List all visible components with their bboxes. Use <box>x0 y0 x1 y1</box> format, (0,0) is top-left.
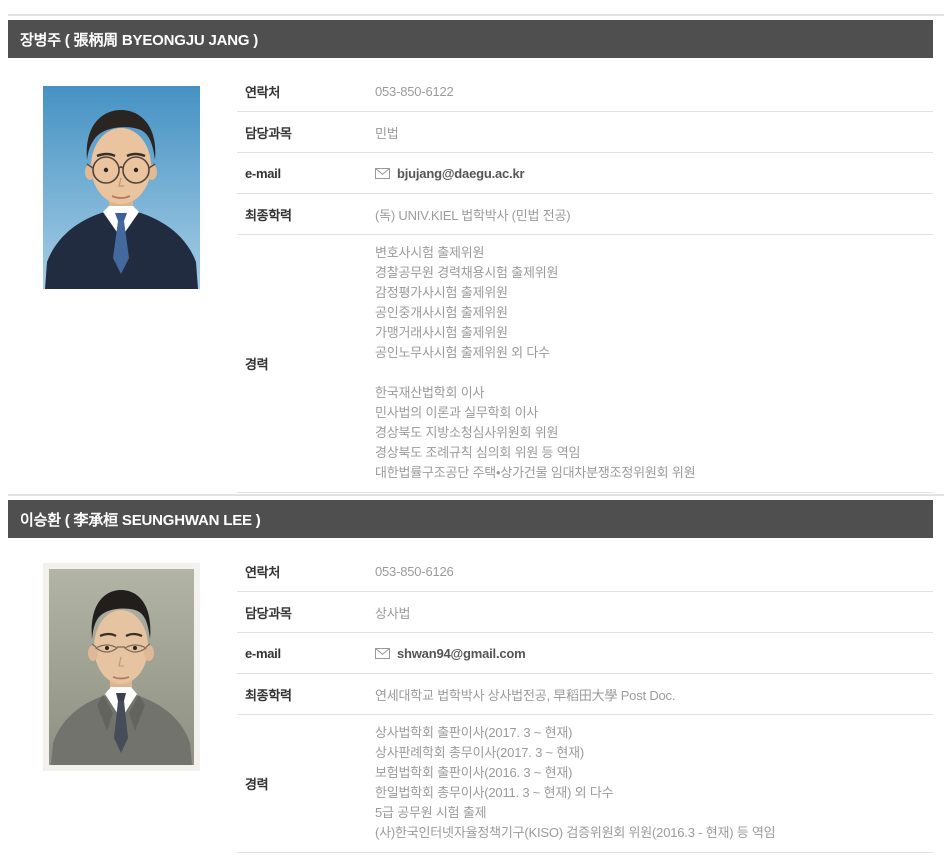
info-row-subject: 담당과목 민법 <box>237 112 933 153</box>
career-line: 감정평가사시험 출제위원 <box>375 283 933 303</box>
career-line: 경찰공무원 경력채용시험 출제위원 <box>375 263 933 283</box>
career-list: 변호사시험 출제위원 경찰공무원 경력채용시험 출제위원 감정평가사시험 출제위… <box>375 235 933 492</box>
professor-photo <box>43 86 237 289</box>
info-value: 053-850-6122 <box>375 84 933 99</box>
career-line: 5급 공무원 시험 출제 <box>375 803 933 823</box>
info-value: 민법 <box>375 123 933 142</box>
professor-name-header: 이승환 ( 李承桓 SEUNGHWAN LEE ) <box>8 500 933 538</box>
professor-photo <box>43 563 237 771</box>
career-line: 경상북도 지방소청심사위원회 위원 <box>375 423 933 443</box>
info-row-career: 경력 상사법학회 출판이사(2017. 3 ~ 현재) 상사판례학회 총무이사(… <box>237 715 933 853</box>
email-address-link[interactable]: bjujang@daegu.ac.kr <box>397 166 524 181</box>
career-line: 상사판례학회 총무이사(2017. 3 ~ 현재) <box>375 743 933 763</box>
career-line: 변호사시험 출제위원 <box>375 243 933 263</box>
career-list: 상사법학회 출판이사(2017. 3 ~ 현재) 상사판례학회 총무이사(201… <box>375 715 933 852</box>
photo-column <box>0 551 237 853</box>
career-group-gap <box>375 363 933 383</box>
info-row-education: 최종학력 (독) UNIV.KIEL 법학박사 (민법 전공) <box>237 194 933 235</box>
career-line: (사)한국인터넷자율정책기구(KISO) 검증위원회 위원(2016.3 - 현… <box>375 823 933 843</box>
info-value: 연세대학교 법학박사 상사법전공, 早稻田大學 Post Doc. <box>375 685 933 704</box>
info-label: 최종학력 <box>237 685 375 704</box>
career-line: 민사법의 이론과 실무학회 이사 <box>375 403 933 423</box>
email-icon <box>375 168 390 179</box>
career-line: 공인중개사시험 출제위원 <box>375 303 933 323</box>
professor-info-table: 연락처 053-850-6122 담당과목 민법 e-mail bjujang@… <box>237 71 933 493</box>
info-row-subject: 담당과목 상사법 <box>237 592 933 633</box>
career-line: 공인노무사시험 출제위원 외 다수 <box>375 343 933 363</box>
career-line: 대한법률구조공단 주택•상가건물 임대차분쟁조정위원회 위원 <box>375 463 933 483</box>
professor-name: 장병주 ( 張柄周 BYEONGJU JANG ) <box>8 29 258 50</box>
section-divider <box>8 14 944 16</box>
career-line: 한일법학회 총무이사(2011. 3 ~ 현재) 외 다수 <box>375 783 933 803</box>
photo-column <box>0 71 237 493</box>
info-row-email: e-mail bjujang@daegu.ac.kr <box>237 153 933 194</box>
professor-name-header: 장병주 ( 張柄周 BYEONGJU JANG ) <box>8 20 933 58</box>
info-label: 담당과목 <box>237 123 375 142</box>
info-label: 연락처 <box>237 82 375 101</box>
professor-info-table: 연락처 053-850-6126 담당과목 상사법 e-mail shwan94… <box>237 551 933 853</box>
career-line: 한국재산법학회 이사 <box>375 383 933 403</box>
career-line: 경상북도 조례규칙 심의회 위원 등 역임 <box>375 443 933 463</box>
info-label: 담당과목 <box>237 603 375 622</box>
info-row-contact: 연락처 053-850-6126 <box>237 551 933 592</box>
career-line: 상사법학회 출판이사(2017. 3 ~ 현재) <box>375 723 933 743</box>
professor-name: 이승환 ( 李承桓 SEUNGHWAN LEE ) <box>8 509 261 530</box>
info-label: e-mail <box>237 646 375 661</box>
email-address-link[interactable]: shwan94@gmail.com <box>397 646 526 661</box>
info-value: (독) UNIV.KIEL 법학박사 (민법 전공) <box>375 205 933 224</box>
professor-profile-jang: 장병주 ( 張柄周 BYEONGJU JANG ) <box>0 20 950 493</box>
info-value: 상사법 <box>375 603 933 622</box>
info-label: 연락처 <box>237 562 375 581</box>
career-line: 보험법학회 출판이사(2016. 3 ~ 현재) <box>375 763 933 783</box>
professor-profile-lee: 이승환 ( 李承桓 SEUNGHWAN LEE ) <box>0 500 950 853</box>
info-row-education: 최종학력 연세대학교 법학박사 상사법전공, 早稻田大學 Post Doc. <box>237 674 933 715</box>
info-label: 최종학력 <box>237 205 375 224</box>
info-label: 경력 <box>237 774 375 793</box>
info-row-career: 경력 변호사시험 출제위원 경찰공무원 경력채용시험 출제위원 감정평가사시험 … <box>237 235 933 493</box>
career-line: 가맹거래사시험 출제위원 <box>375 323 933 343</box>
email-icon <box>375 648 390 659</box>
section-divider <box>8 494 944 496</box>
info-value: 053-850-6126 <box>375 564 933 579</box>
info-label: 경력 <box>237 354 375 373</box>
info-row-contact: 연락처 053-850-6122 <box>237 71 933 112</box>
info-row-email: e-mail shwan94@gmail.com <box>237 633 933 674</box>
info-label: e-mail <box>237 166 375 181</box>
